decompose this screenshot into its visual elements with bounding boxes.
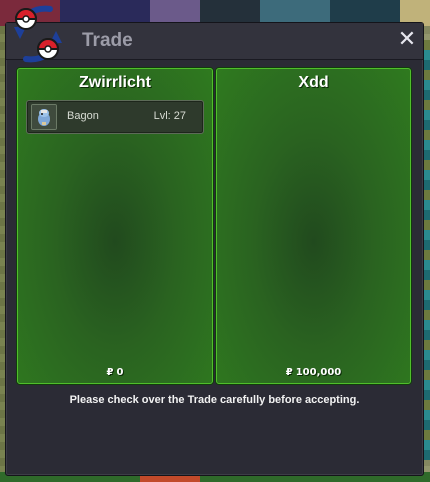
pokedollar-icon: ₽ xyxy=(106,367,114,378)
pokemon-name: Bagon xyxy=(67,110,99,122)
money-amount-right: 100,000 xyxy=(295,367,342,378)
bagon-sprite-icon xyxy=(31,104,57,130)
trade-notice: Please check over the Trade carefully be… xyxy=(69,394,360,406)
window-title: Trade xyxy=(82,30,133,51)
player-name-right: Xdd xyxy=(298,74,329,91)
money-offer-right: ₽100,000 xyxy=(217,367,410,378)
pokedollar-icon: ₽ xyxy=(285,367,293,378)
trade-window: Trade ✕ Zwirrlicht Bagon Lvl: 27 ₽ 0 Xdd… xyxy=(5,5,424,476)
close-button[interactable]: ✕ xyxy=(397,27,417,52)
money-offer-left: ₽0 xyxy=(18,367,212,378)
offer-panel-left: Zwirrlicht Bagon Lvl: 27 ₽0 xyxy=(17,68,213,384)
pokemon-level: Lvl: 27 xyxy=(153,110,186,122)
offer-panel-right: Xdd ₽100,000 xyxy=(216,68,411,384)
offered-pokemon-slot[interactable]: Bagon Lvl: 27 xyxy=(26,100,204,134)
player-name-left: Zwirrlicht xyxy=(78,74,151,91)
money-amount-left: 0 xyxy=(116,367,124,378)
trade-logo-icon xyxy=(14,5,62,63)
close-icon: ✕ xyxy=(397,27,417,52)
